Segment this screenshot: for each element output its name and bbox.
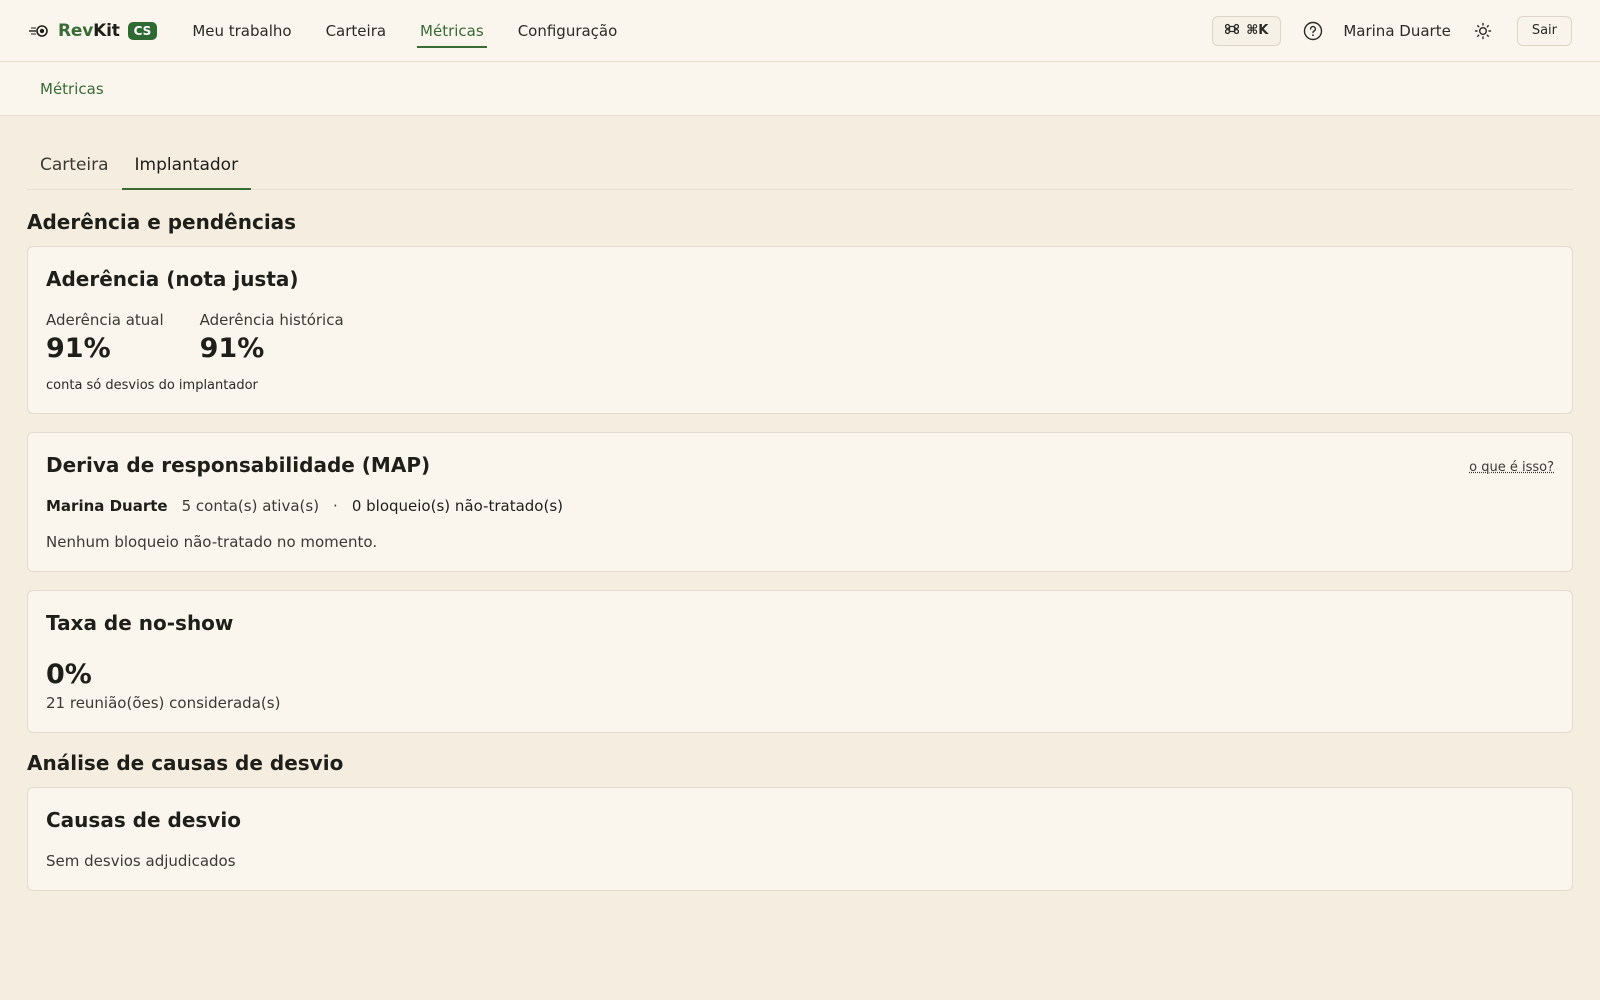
- user-name[interactable]: Marina Duarte: [1343, 22, 1450, 40]
- brand[interactable]: RevKit CS: [28, 20, 158, 42]
- nav-item-configuracao[interactable]: Configuração: [501, 0, 635, 62]
- command-palette-label: ⌘K: [1246, 23, 1269, 38]
- brand-name-suffix: Kit: [93, 20, 120, 41]
- main-nav: Meu trabalho Carteira Métricas Configura…: [175, 0, 634, 62]
- tab-implantador[interactable]: Implantador: [121, 155, 252, 190]
- adherence-metrics: Aderência atual 91% Aderência histórica …: [46, 311, 1554, 364]
- current-adherence-metric: Aderência atual 91%: [46, 311, 164, 364]
- map-separator: ·: [333, 497, 338, 515]
- map-summary-row: Marina Duarte 5 conta(s) ativa(s) · 0 bl…: [46, 497, 1554, 515]
- map-card-title: Deriva de responsabilidade (MAP): [46, 453, 431, 477]
- revkit-logo-icon: [28, 20, 50, 42]
- map-card: Deriva de responsabilidade (MAP) o que é…: [27, 432, 1573, 572]
- nav-item-meu-trabalho[interactable]: Meu trabalho: [175, 0, 308, 62]
- causes-empty-message: Sem desvios adjudicados: [46, 852, 236, 870]
- help-icon[interactable]: [1303, 21, 1323, 41]
- breadcrumb[interactable]: Métricas: [40, 80, 104, 98]
- map-owner-name: Marina Duarte: [46, 497, 168, 515]
- top-navigation-bar: RevKit CS Meu trabalho Carteira Métricas…: [0, 0, 1600, 62]
- current-adherence-value: 91%: [46, 333, 111, 364]
- nav-item-carteira[interactable]: Carteira: [309, 0, 403, 62]
- command-palette-button[interactable]: ⌘K: [1212, 15, 1282, 46]
- current-adherence-label: Aderência atual: [46, 311, 164, 329]
- section-title-causes: Análise de causas de desvio: [27, 751, 344, 775]
- brand-badge: CS: [127, 21, 158, 40]
- main-content: Carteira Implantador Aderência e pendênc…: [0, 116, 1600, 891]
- top-right-controls: ⌘K Marina Duarte Sair: [1212, 15, 1572, 46]
- historical-adherence-label: Aderência histórica: [199, 311, 344, 329]
- historical-adherence-metric: Aderência histórica 91%: [200, 311, 344, 364]
- causes-card-title: Causas de desvio: [46, 808, 241, 832]
- noshow-card-title: Taxa de no-show: [46, 611, 234, 635]
- map-active-accounts: 5 conta(s) ativa(s): [181, 497, 320, 515]
- historical-adherence-value: 91%: [199, 333, 265, 364]
- map-untreated-blocks: 0 bloqueio(s) não-tratado(s): [351, 497, 563, 515]
- noshow-rate-value: 0%: [46, 659, 92, 690]
- noshow-meetings-count: 21 reunião(ões) considerada(s): [46, 694, 281, 712]
- causes-card: Causas de desvio Sem desvios adjudicados: [27, 787, 1573, 891]
- section-title-adherence: Aderência e pendências: [27, 210, 297, 234]
- nav-item-metricas[interactable]: Métricas: [403, 0, 501, 62]
- what-is-this-link[interactable]: o que é isso?: [1469, 460, 1554, 475]
- tab-carteira[interactable]: Carteira: [27, 155, 122, 189]
- sun-icon[interactable]: [1473, 21, 1493, 41]
- command-key-icon: [1225, 22, 1240, 40]
- noshow-card: Taxa de no-show 0% 21 reunião(ões) consi…: [27, 590, 1573, 733]
- logout-button[interactable]: Sair: [1516, 15, 1572, 46]
- adherence-note: conta só desvios do implantador: [46, 378, 258, 393]
- tab-bar: Carteira Implantador: [27, 116, 1573, 190]
- brand-name: RevKit: [58, 21, 120, 41]
- map-empty-message: Nenhum bloqueio não-tratado no momento.: [46, 533, 378, 551]
- adherence-card-title: Aderência (nota justa): [46, 267, 299, 291]
- brand-name-prefix: Rev: [58, 20, 94, 41]
- adherence-card: Aderência (nota justa) Aderência atual 9…: [27, 246, 1573, 414]
- breadcrumb-bar: Métricas: [0, 62, 1600, 116]
